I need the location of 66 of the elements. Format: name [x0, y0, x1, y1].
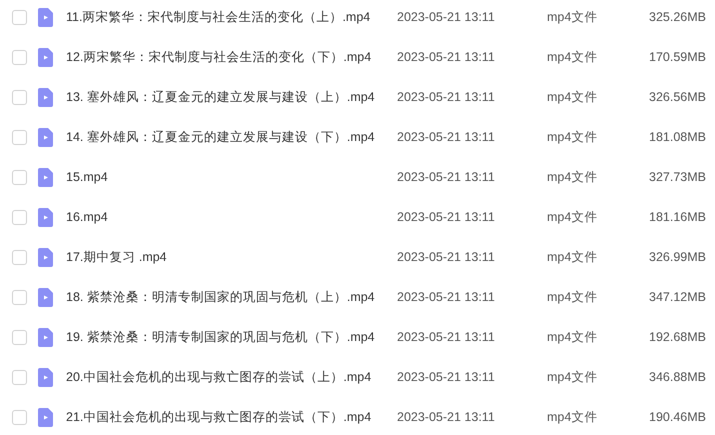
checkbox[interactable] [12, 130, 27, 144]
modified-date: 2023-05-21 13:11 [397, 170, 496, 184]
file-type: mp4文件 [547, 368, 598, 386]
checkbox[interactable] [12, 410, 27, 424]
video-file-icon [38, 168, 53, 186]
modified-date: 2023-05-21 13:11 [397, 410, 496, 424]
checkbox[interactable] [12, 170, 27, 184]
file-size: 326.99MB [648, 250, 706, 264]
file-size: 170.59MB [648, 50, 706, 64]
video-file-icon [38, 128, 53, 146]
video-file-icon [38, 408, 53, 426]
modified-date: 2023-05-21 13:11 [397, 250, 496, 264]
file-name[interactable]: 14. 塞外雄风：辽夏金元的建立发展与建设（下）.mp4 [66, 128, 397, 146]
checkbox[interactable] [12, 210, 27, 224]
checkbox[interactable] [12, 10, 27, 24]
file-type: mp4文件 [547, 8, 598, 26]
modified-date: 2023-05-21 13:11 [397, 330, 496, 344]
file-size: 326.56MB [648, 90, 706, 104]
file-size: 181.16MB [648, 210, 706, 224]
checkbox[interactable] [12, 370, 27, 384]
video-file-icon [38, 248, 53, 266]
modified-date: 2023-05-21 13:11 [397, 290, 496, 304]
modified-date: 2023-05-21 13:11 [397, 10, 496, 24]
checkbox[interactable] [12, 250, 27, 264]
file-size: 347.12MB [648, 290, 706, 304]
checkbox[interactable] [12, 50, 27, 64]
file-type: mp4文件 [547, 288, 598, 306]
checkbox[interactable] [12, 90, 27, 104]
file-name[interactable]: 12.两宋繁华：宋代制度与社会生活的变化（下）.mp4 [66, 48, 397, 66]
file-name[interactable]: 16.mp4 [66, 210, 397, 224]
file-name[interactable]: 15.mp4 [66, 170, 397, 184]
modified-date: 2023-05-21 13:11 [397, 370, 496, 384]
file-size: 190.46MB [648, 410, 706, 424]
file-type: mp4文件 [547, 128, 598, 146]
file-name[interactable]: 19. 紫禁沧桑：明清专制国家的巩固与危机（下）.mp4 [66, 328, 397, 346]
modified-date: 2023-05-21 13:11 [397, 210, 496, 224]
file-type: mp4文件 [547, 48, 598, 66]
video-file-icon [38, 48, 53, 66]
file-type: mp4文件 [547, 408, 598, 426]
file-size: 192.68MB [648, 330, 706, 344]
file-type: mp4文件 [547, 168, 598, 186]
video-file-icon [38, 88, 53, 106]
file-size: 346.88MB [648, 370, 706, 384]
video-file-icon [38, 368, 53, 386]
video-file-icon [38, 8, 53, 26]
file-type: mp4文件 [547, 88, 598, 106]
file-type: mp4文件 [547, 248, 598, 266]
checkbox[interactable] [12, 290, 27, 304]
video-file-icon [38, 288, 53, 306]
file-size: 181.08MB [648, 130, 706, 144]
file-size: 327.73MB [648, 170, 706, 184]
modified-date: 2023-05-21 13:11 [397, 90, 496, 104]
file-name[interactable]: 21.中国社会危机的出现与救亡图存的尝试（下）.mp4 [66, 408, 397, 426]
file-name[interactable]: 18. 紫禁沧桑：明清专制国家的巩固与危机（上）.mp4 [66, 288, 397, 306]
file-type: mp4文件 [547, 328, 598, 346]
file-name[interactable]: 13. 塞外雄风：辽夏金元的建立发展与建设（上）.mp4 [66, 88, 397, 106]
video-file-icon [38, 328, 53, 346]
file-size: 325.26MB [648, 10, 706, 24]
checkbox[interactable] [12, 330, 27, 344]
modified-date: 2023-05-21 13:11 [397, 50, 496, 64]
file-name[interactable]: 20.中国社会危机的出现与救亡图存的尝试（上）.mp4 [66, 368, 397, 386]
modified-date: 2023-05-21 13:11 [397, 130, 496, 144]
file-type: mp4文件 [547, 208, 598, 226]
file-name[interactable]: 11.两宋繁华：宋代制度与社会生活的变化（上）.mp4 [66, 8, 397, 26]
video-file-icon [38, 208, 53, 226]
file-name[interactable]: 17.期中复习 .mp4 [66, 248, 397, 266]
